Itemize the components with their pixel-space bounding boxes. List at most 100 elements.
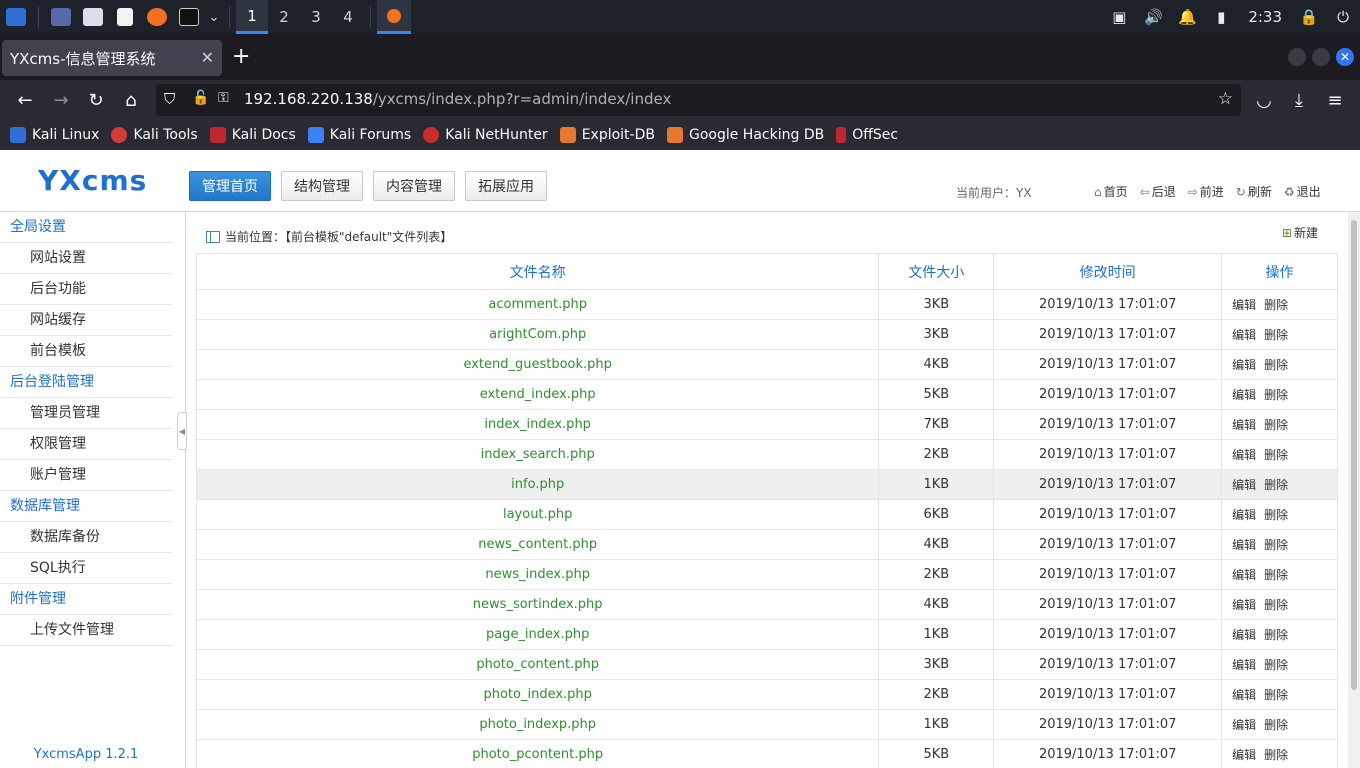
battery-icon[interactable]: ▮ [1204, 0, 1238, 34]
delete-link[interactable]: 删除 [1264, 628, 1288, 642]
file-name-link[interactable]: arightCom.php [196, 319, 880, 350]
downloads-icon[interactable]: ⤓ [1288, 89, 1310, 111]
file-name-link[interactable]: extend_index.php [196, 379, 880, 410]
nav-admin-home[interactable]: 管理首页 [189, 171, 271, 201]
link-back[interactable]: ⇦ 后退 [1140, 183, 1176, 200]
insecure-lock-icon[interactable]: 🔓 [192, 90, 209, 106]
file-manager-icon[interactable] [77, 0, 109, 34]
sidebar-group-login[interactable]: 后台登陆管理 [0, 367, 172, 398]
forward-arrow-icon[interactable]: → [50, 89, 72, 111]
sidebar-group-attachments[interactable]: 附件管理 [0, 584, 172, 615]
edit-link[interactable]: 编辑 [1232, 658, 1256, 672]
delete-link[interactable]: 删除 [1264, 568, 1288, 582]
volume-icon[interactable]: 🔊 [1136, 0, 1170, 34]
delete-link[interactable]: 删除 [1264, 508, 1288, 522]
link-logout[interactable]: ♻ 退出 [1284, 183, 1321, 200]
sidebar-group-global[interactable]: 全局设置 [0, 212, 172, 243]
sidebar-item-backend-functions[interactable]: 后台功能 [0, 274, 172, 305]
bookmark-kali-tools[interactable]: Kali Tools [111, 127, 198, 143]
sidebar-item-site-cache[interactable]: 网站缓存 [0, 305, 172, 336]
new-file-button[interactable]: ⊞ 新建 [1282, 224, 1318, 241]
file-name-link[interactable]: news_content.php [196, 529, 880, 560]
delete-link[interactable]: 删除 [1264, 418, 1288, 432]
text-editor-icon[interactable] [109, 0, 141, 34]
edit-link[interactable]: 编辑 [1232, 508, 1256, 522]
edit-link[interactable]: 编辑 [1232, 568, 1256, 582]
clock[interactable]: 2:33 [1238, 8, 1292, 26]
link-refresh[interactable]: ↻ 刷新 [1236, 183, 1272, 200]
delete-link[interactable]: 删除 [1264, 658, 1288, 672]
edit-link[interactable]: 编辑 [1232, 388, 1256, 402]
file-name-link[interactable]: page_index.php [196, 619, 880, 650]
file-name-link[interactable]: photo_content.php [196, 649, 880, 680]
file-name-link[interactable]: info.php [196, 469, 880, 500]
firefox-window-button[interactable] [377, 0, 411, 34]
page-scrollbar[interactable] [1348, 212, 1360, 768]
back-arrow-icon[interactable]: ← [14, 89, 36, 111]
file-name-link[interactable]: extend_guestbook.php [196, 349, 880, 380]
kali-menu-icon[interactable] [0, 0, 32, 34]
edit-link[interactable]: 编辑 [1232, 358, 1256, 372]
nav-extensions[interactable]: 拓展应用 [465, 171, 547, 201]
workspace-4[interactable]: 4 [332, 0, 364, 34]
file-name-link[interactable]: photo_index.php [196, 679, 880, 710]
minimize-window-button[interactable] [1288, 48, 1306, 66]
link-forward[interactable]: ⇨ 前进 [1188, 183, 1224, 200]
delete-link[interactable]: 删除 [1264, 718, 1288, 732]
edit-link[interactable]: 编辑 [1232, 538, 1256, 552]
bookmark-star-icon[interactable]: ☆ [1218, 89, 1233, 109]
bookmark-google-hacking-db[interactable]: Google Hacking DB [666, 127, 824, 143]
sidebar-group-database[interactable]: 数据库管理 [0, 491, 172, 522]
delete-link[interactable]: 删除 [1264, 538, 1288, 552]
shield-icon[interactable]: ⛉ [164, 90, 175, 108]
sidebar-item-sql-exec[interactable]: SQL执行 [0, 553, 172, 584]
sidebar-item-db-backup[interactable]: 数据库备份 [0, 522, 172, 553]
close-window-button[interactable]: ✕ [1336, 48, 1354, 66]
screen-icon[interactable]: ▣ [1102, 0, 1136, 34]
sidebar-item-upload-files[interactable]: 上传文件管理 [0, 615, 172, 646]
nav-structure[interactable]: 结构管理 [281, 171, 363, 201]
delete-link[interactable]: 删除 [1264, 748, 1288, 762]
sidebar-collapse-toggle[interactable]: ◀ [177, 412, 187, 450]
close-tab-icon[interactable]: ✕ [201, 48, 214, 67]
sidebar-item-site-settings[interactable]: 网站设置 [0, 243, 172, 274]
delete-link[interactable]: 删除 [1264, 478, 1288, 492]
bookmark-kali-forums[interactable]: Kali Forums [307, 127, 411, 143]
bookmark-exploit-db[interactable]: Exploit-DB [559, 127, 655, 143]
file-name-link[interactable]: photo_indexp.php [196, 709, 880, 740]
file-name-link[interactable]: news_sortindex.php [196, 589, 880, 620]
link-home[interactable]: ⌂ 首页 [1094, 183, 1128, 200]
bookmark-kali-docs[interactable]: Kali Docs [209, 127, 296, 143]
file-name-link[interactable]: news_index.php [196, 559, 880, 590]
power-icon[interactable]: ⏻ [1326, 0, 1360, 34]
file-name-link[interactable]: layout.php [196, 499, 880, 530]
sidebar-item-admins[interactable]: 管理员管理 [0, 398, 172, 429]
edit-link[interactable]: 编辑 [1232, 328, 1256, 342]
bookmark-offsec[interactable]: OffSec [836, 127, 898, 143]
file-name-link[interactable]: acomment.php [196, 289, 880, 320]
delete-link[interactable]: 删除 [1264, 298, 1288, 312]
edit-link[interactable]: 编辑 [1232, 478, 1256, 492]
file-name-link[interactable]: photo_pcontent.php [196, 739, 880, 768]
bookmark-kali-linux[interactable]: Kali Linux [10, 127, 99, 143]
workspace-2[interactable]: 2 [268, 0, 300, 34]
sidebar-item-permissions[interactable]: 权限管理 [0, 429, 172, 460]
delete-link[interactable]: 删除 [1264, 598, 1288, 612]
delete-link[interactable]: 删除 [1264, 358, 1288, 372]
nav-content[interactable]: 内容管理 [373, 171, 455, 201]
delete-link[interactable]: 删除 [1264, 388, 1288, 402]
edit-link[interactable]: 编辑 [1232, 298, 1256, 312]
scrollbar-thumb[interactable] [1351, 220, 1357, 690]
lock-icon[interactable]: 🔒 [1292, 0, 1326, 34]
edit-link[interactable]: 编辑 [1232, 718, 1256, 732]
delete-link[interactable]: 删除 [1264, 688, 1288, 702]
edit-link[interactable]: 编辑 [1232, 688, 1256, 702]
menu-hamburger-icon[interactable]: ≡ [1324, 89, 1346, 111]
terminal-icon[interactable] [173, 0, 205, 34]
edit-link[interactable]: 编辑 [1232, 628, 1256, 642]
edit-link[interactable]: 编辑 [1232, 598, 1256, 612]
url-bar[interactable]: ⛉ 🔓 ⚿ 192.168.220.138/yxcms/index.php?r=… [156, 84, 1241, 116]
delete-link[interactable]: 删除 [1264, 328, 1288, 342]
workspace-3[interactable]: 3 [300, 0, 332, 34]
file-name-link[interactable]: index_index.php [196, 409, 880, 440]
